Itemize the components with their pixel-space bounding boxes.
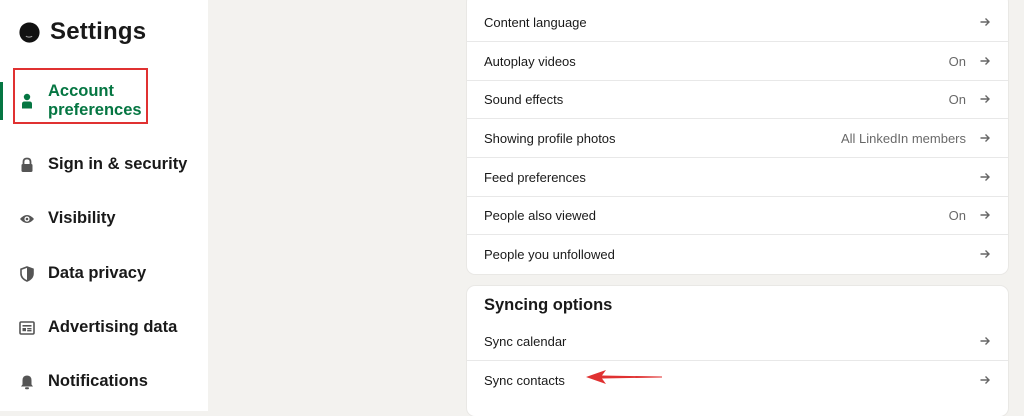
- general-preferences-card: Content language Autoplay videos On Soun…: [467, 0, 1008, 274]
- annotation-highlight-box: [13, 68, 148, 124]
- section-title: Syncing options: [484, 296, 613, 314]
- setting-row-people-also-viewed[interactable]: People also viewed On: [467, 196, 1008, 234]
- arrow-right-icon: [980, 250, 990, 258]
- sidebar-item-advertising-data[interactable]: Advertising data: [0, 316, 208, 340]
- setting-row-people-you-unfollowed[interactable]: People you unfollowed: [467, 235, 1008, 273]
- setting-row-sound-effects[interactable]: Sound effects On: [467, 80, 1008, 118]
- arrow-right-icon: [980, 337, 990, 345]
- arrow-right-icon: [980, 95, 990, 103]
- setting-row-feed-preferences[interactable]: Feed preferences: [467, 158, 1008, 196]
- setting-label: Sound effects: [484, 91, 564, 107]
- newspaper-icon: [18, 319, 36, 337]
- eye-icon: [18, 210, 36, 228]
- arrow-right-icon: [980, 376, 990, 384]
- sidebar-item-label: Advertising data: [48, 318, 178, 336]
- app-logo-icon: [19, 21, 40, 43]
- sidebar-item-label: Visibility: [48, 209, 116, 227]
- bell-icon: [18, 373, 36, 391]
- setting-label: Content language: [484, 14, 587, 30]
- setting-label: Sync calendar: [484, 333, 567, 349]
- sidebar-item-notifications[interactable]: Notifications: [0, 370, 208, 394]
- setting-value: On: [948, 91, 966, 107]
- setting-value: On: [948, 207, 966, 223]
- arrow-right-icon: [980, 134, 990, 142]
- setting-value: On: [948, 53, 966, 69]
- setting-label: Autoplay videos: [484, 53, 576, 69]
- lock-icon: [18, 156, 36, 174]
- setting-row-showing-profile-photos[interactable]: Showing profile photos All LinkedIn memb…: [467, 119, 1008, 157]
- arrow-right-icon: [980, 57, 990, 65]
- setting-row-sync-contacts[interactable]: Sync contacts: [467, 361, 1008, 399]
- syncing-options-card: Syncing options Sync calendar Sync conta…: [467, 286, 1008, 416]
- sidebar-item-label: Notifications: [48, 372, 148, 390]
- annotation-arrow-icon: [586, 370, 662, 384]
- setting-label: Showing profile photos: [484, 130, 616, 146]
- setting-label: Sync contacts: [484, 372, 565, 388]
- setting-row-content-language[interactable]: Content language: [467, 3, 1008, 41]
- setting-row-autoplay-videos[interactable]: Autoplay videos On: [467, 42, 1008, 80]
- sidebar-item-visibility[interactable]: Visibility: [0, 207, 208, 231]
- arrow-right-icon: [980, 18, 990, 26]
- setting-label: People also viewed: [484, 207, 597, 223]
- setting-row-sync-calendar[interactable]: Sync calendar: [467, 322, 1008, 360]
- setting-label: Feed preferences: [484, 169, 586, 185]
- arrow-right-icon: [980, 173, 990, 181]
- shield-icon: [18, 265, 36, 283]
- setting-value: All LinkedIn members: [841, 130, 966, 146]
- settings-sidebar: Settings Account preferences Sign in & s…: [0, 0, 208, 411]
- settings-header: Settings: [18, 14, 146, 50]
- sidebar-item-label: Sign in & security: [48, 155, 188, 173]
- sidebar-item-label: Data privacy: [48, 264, 147, 282]
- setting-label: People you unfollowed: [484, 246, 615, 262]
- arrow-right-icon: [980, 211, 990, 219]
- sidebar-item-sign-in-security[interactable]: Sign in & security: [0, 153, 208, 177]
- page-title: Settings: [50, 18, 147, 45]
- sidebar-item-data-privacy[interactable]: Data privacy: [0, 262, 208, 286]
